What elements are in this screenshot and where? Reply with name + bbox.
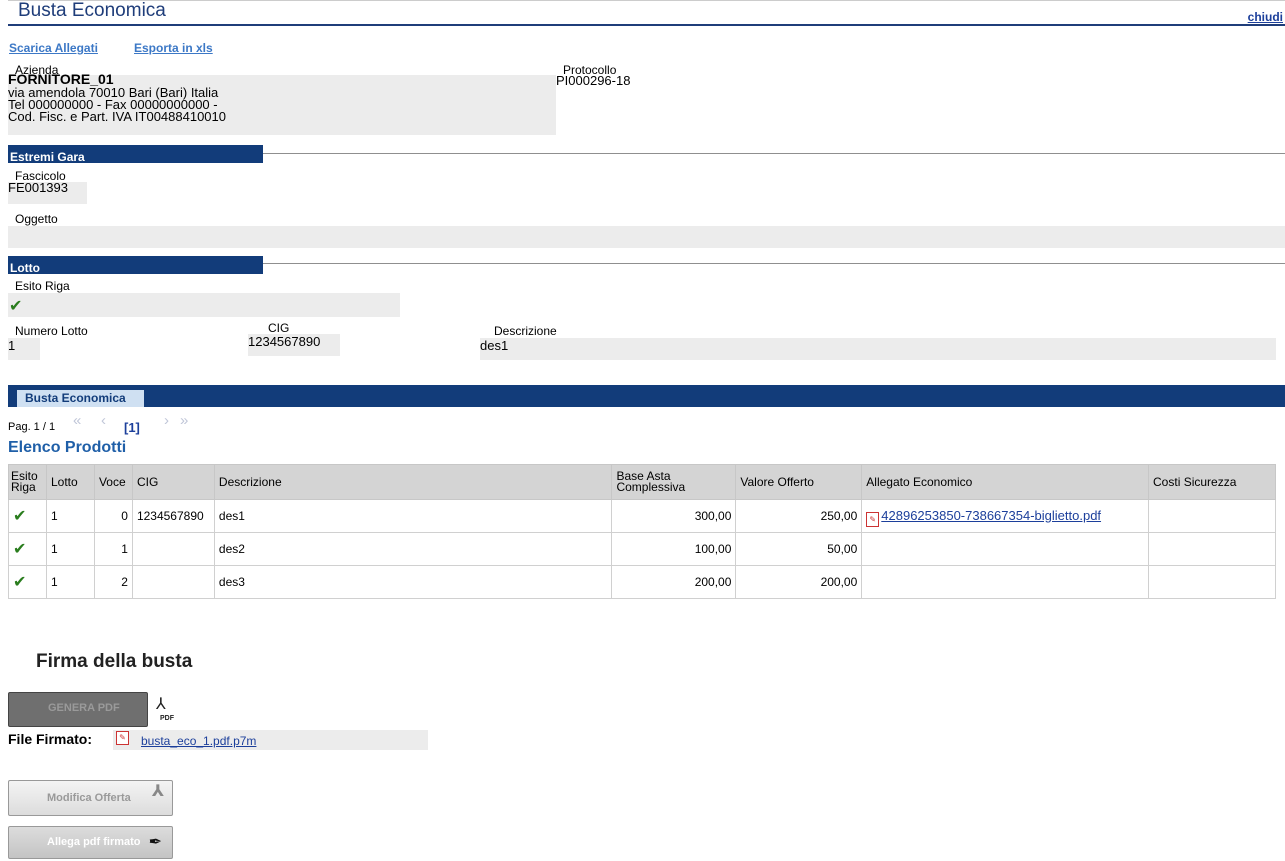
table-row: ✔ 1 1 des2 100,00 50,00 xyxy=(8,532,1276,566)
genera-pdf-button[interactable]: GENERA PDF ⅄ PDF xyxy=(8,692,175,729)
row-allegato xyxy=(861,532,1150,566)
estremi-gara-header: Estremi Gara xyxy=(8,145,263,164)
col-voce[interactable]: Voce xyxy=(93,464,133,500)
descrizione-bg xyxy=(480,338,1276,360)
allega-pdf-button[interactable]: Allega pdf firmato ✒ xyxy=(8,826,173,859)
row-valore-offerto: 200,00 xyxy=(735,565,863,599)
row-lotto: 1 xyxy=(45,532,95,566)
pdf-icon: ✎ xyxy=(866,511,880,527)
row-cig: 1234567890 xyxy=(131,499,215,533)
row-valore-offerto: 50,00 xyxy=(735,532,863,566)
estremi-gara-rule xyxy=(263,153,1285,154)
tab-busta-economica[interactable]: Busta Economica xyxy=(17,390,144,407)
table-row: ✔ 1 0 1234567890 des1 300,00 250,00 ✎ 428… xyxy=(8,499,1276,533)
numero-lotto-label: Numero Lotto xyxy=(15,324,88,338)
row-lotto: 1 xyxy=(45,499,95,533)
table-row: ✔ 1 2 des3 200,00 200,00 xyxy=(8,565,1276,599)
page-title: Busta Economica xyxy=(18,0,166,21)
pager-prev-icon[interactable]: ‹ xyxy=(101,412,106,429)
row-descrizione: des1 xyxy=(213,499,613,533)
col-base-asta[interactable]: Base Asta Complessiva xyxy=(611,464,737,500)
cig-value: 1234567890 xyxy=(248,334,321,349)
row-allegato xyxy=(861,565,1150,599)
descrizione-value: des1 xyxy=(480,338,509,353)
row-check-icon: ✔ xyxy=(8,532,47,566)
row-costi xyxy=(1148,532,1276,566)
row-base-asta: 300,00 xyxy=(611,499,737,533)
descrizione-label: Descrizione xyxy=(494,324,557,338)
col-costi-sicurezza[interactable]: Costi Sicurezza xyxy=(1148,464,1276,500)
col-descrizione[interactable]: Descrizione xyxy=(213,464,613,500)
row-lotto: 1 xyxy=(45,565,95,599)
pager-last-icon[interactable]: » xyxy=(180,412,188,429)
export-xls-link[interactable]: Esporta in xls xyxy=(134,41,213,55)
modifica-offerta-label: Modifica Offerta xyxy=(47,792,131,804)
protocollo-value: PI000296-18 xyxy=(556,73,631,88)
row-descrizione: des2 xyxy=(213,532,613,566)
pdf-icon-label: PDF xyxy=(160,715,174,722)
col-cig[interactable]: CIG xyxy=(131,464,215,500)
fascicolo-value: FE001393 xyxy=(8,180,68,195)
tab-bar xyxy=(8,385,1285,407)
row-voce: 0 xyxy=(93,499,133,533)
row-valore-offerto: 250,00 xyxy=(735,499,863,533)
row-voce: 1 xyxy=(93,532,133,566)
firma-title: Firma della busta xyxy=(36,651,193,672)
col-allegato-economico[interactable]: Allegato Economico xyxy=(861,464,1150,500)
download-attachments-link[interactable]: Scarica Allegati xyxy=(9,41,98,55)
genera-pdf-label: GENERA PDF xyxy=(48,702,120,714)
check-icon: ✔ xyxy=(9,298,23,315)
top-rule xyxy=(8,0,1285,1)
col-valore-offerto[interactable]: Valore Offerto xyxy=(735,464,863,500)
pen-icon: ✒ xyxy=(148,834,162,851)
row-descrizione: des3 xyxy=(213,565,613,599)
file-firmato-link[interactable]: busta_eco_1.pdf.p7m xyxy=(141,734,256,748)
numero-lotto-value: 1 xyxy=(8,338,16,353)
row-costi xyxy=(1148,499,1276,533)
close-link[interactable]: chiudi xyxy=(1248,10,1283,24)
cig-label: CIG xyxy=(268,321,290,335)
oggetto-label: Oggetto xyxy=(15,212,58,226)
pdf-signed-icon: ✎ xyxy=(116,731,129,745)
pager-info: Pag. 1 / 1 xyxy=(8,421,56,433)
modifica-offerta-button[interactable]: Modifica Offerta ⅄ xyxy=(8,780,173,816)
azienda-fiscal: Cod. Fisc. e Part. IVA IT00488410010 xyxy=(8,109,226,124)
row-check-icon: ✔ xyxy=(8,565,47,599)
table-header-row: Esito Riga Lotto Voce CIG Descrizione Ba… xyxy=(8,464,1276,500)
row-costi xyxy=(1148,565,1276,599)
row-check-icon: ✔ xyxy=(8,499,47,533)
oggetto-value xyxy=(8,226,1285,248)
title-underline xyxy=(8,24,1285,26)
pdf-icon: ⅄ xyxy=(156,696,166,713)
pager-next-icon[interactable]: › xyxy=(164,412,169,429)
row-cig xyxy=(131,565,215,599)
pager-current[interactable]: [1] xyxy=(124,420,140,435)
pdf-icon: ⅄ xyxy=(151,783,164,800)
allegato-link[interactable]: 42896253850-738667354-biglietto.pdf xyxy=(881,508,1101,523)
pager-first-icon[interactable]: « xyxy=(73,412,81,429)
esito-riga-label: Esito Riga xyxy=(15,279,70,293)
products-title: Elenco Prodotti xyxy=(8,439,127,456)
row-voce: 2 xyxy=(93,565,133,599)
products-table: Esito Riga Lotto Voce CIG Descrizione Ba… xyxy=(8,464,1276,599)
allega-pdf-label: Allega pdf firmato xyxy=(47,836,141,848)
row-cig xyxy=(131,532,215,566)
file-firmato-label: File Firmato: xyxy=(8,731,93,747)
row-base-asta: 200,00 xyxy=(611,565,737,599)
row-allegato: ✎ 42896253850-738667354-biglietto.pdf xyxy=(861,499,1150,533)
esito-riga-bg xyxy=(8,293,400,317)
lotto-header: Lotto xyxy=(8,256,263,275)
lotto-rule xyxy=(263,263,1285,264)
row-base-asta: 100,00 xyxy=(611,532,737,566)
col-lotto[interactable]: Lotto xyxy=(45,464,95,500)
col-esito-riga[interactable]: Esito Riga xyxy=(8,464,47,500)
